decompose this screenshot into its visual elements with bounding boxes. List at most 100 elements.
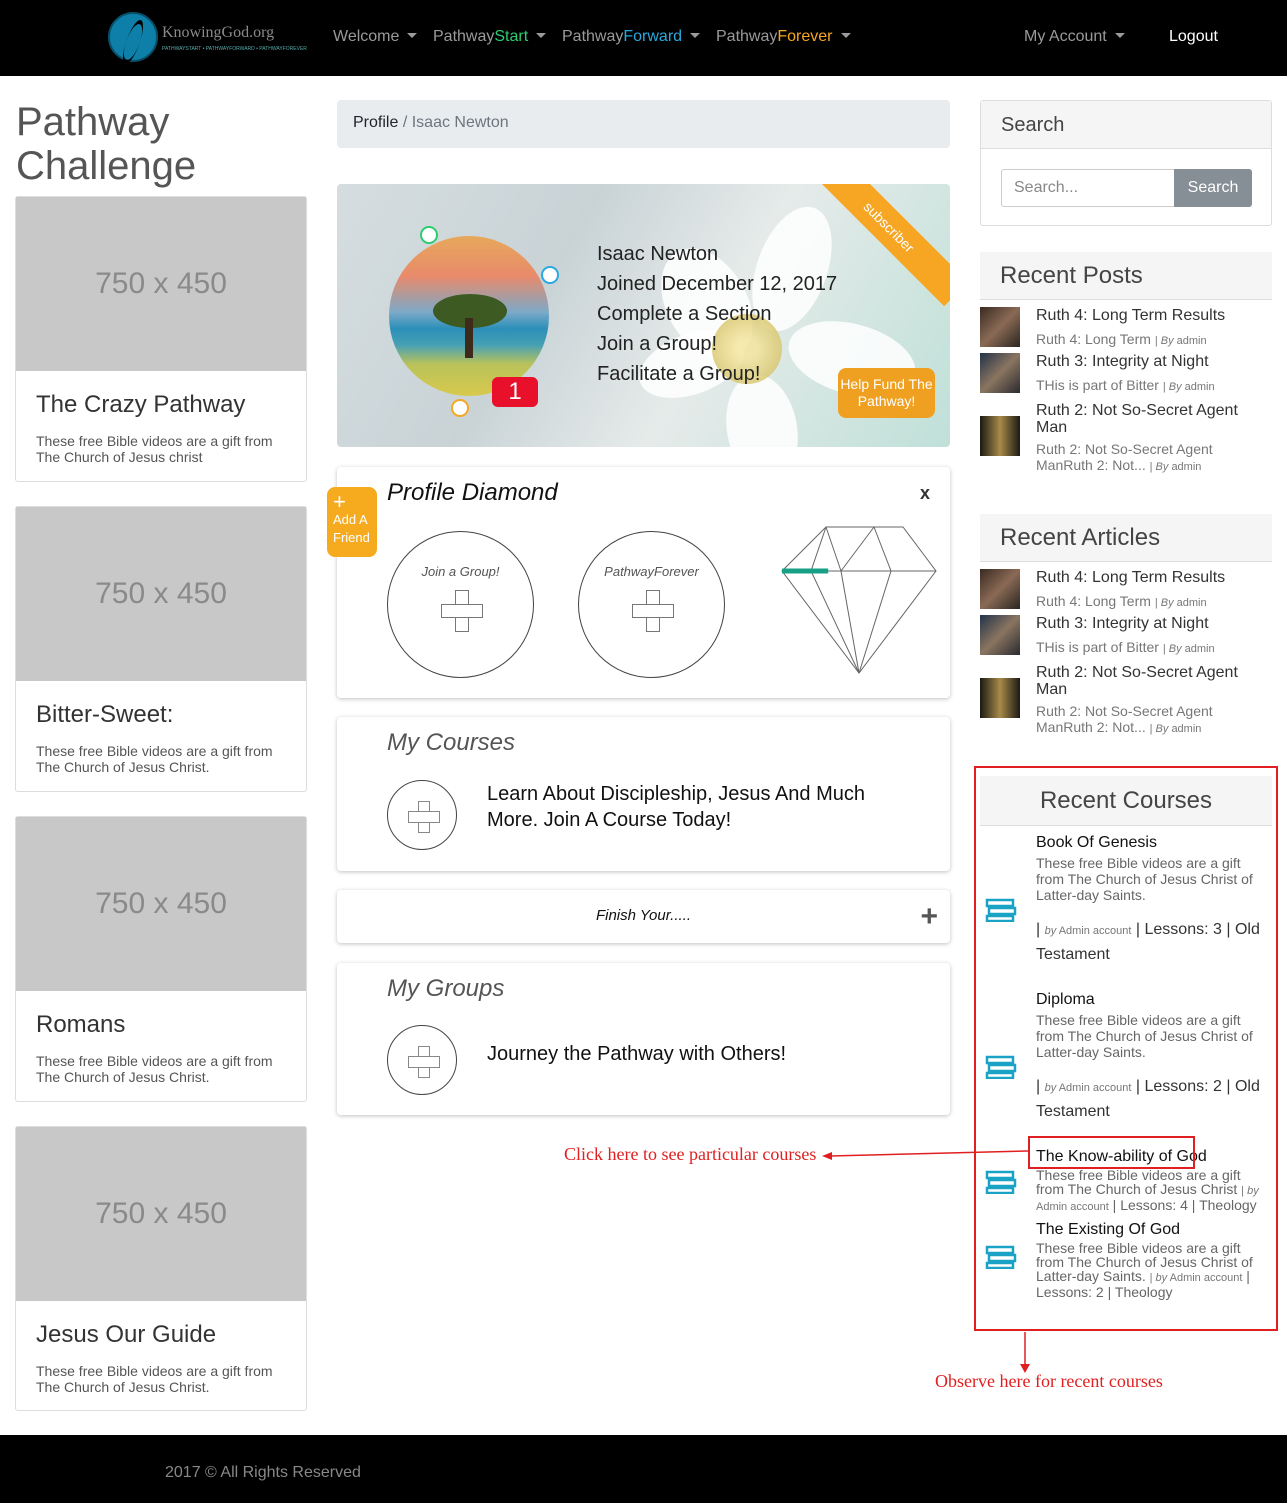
profile-joined: Joined December 12, 2017 [597, 273, 838, 295]
post-excerpt: Ruth 4: Long Term | By admin [1036, 331, 1207, 347]
nav-welcome-label: Welcome [333, 28, 400, 45]
notification-badge[interactable]: 1 [492, 377, 538, 407]
pathway-forever-icon [451, 399, 469, 417]
nav-label-suffix: Start [494, 28, 529, 45]
page-title: Pathway Challenge [16, 100, 197, 188]
list-item[interactable]: Ruth 3: Integrity at Night THis is part … [980, 353, 1272, 393]
profile-join-group[interactable]: Join a Group! [597, 329, 837, 359]
profile-facilitate-group[interactable]: Facilitate a Group! [597, 359, 837, 389]
pathway-forward-icon [541, 266, 559, 284]
search-button[interactable]: Search [1174, 169, 1252, 207]
panel-title: My Groups [387, 975, 505, 1002]
caret-down-icon [840, 33, 851, 38]
nav-label-prefix: Pathway [433, 28, 495, 45]
finish-text: Finish Your..... [595, 907, 692, 924]
add-group-button[interactable] [387, 1025, 457, 1095]
card-description: These free Bible videos are a gift from … [36, 1363, 273, 1395]
breadcrumb-current: Isaac Newton [411, 114, 509, 131]
article-thumbnail [980, 569, 1020, 609]
diamond-icon [781, 526, 937, 674]
list-item[interactable]: Ruth 4: Long Term Results Ruth 4: Long T… [980, 569, 1272, 609]
add-friend-button[interactable]: + Add A Friend [327, 487, 377, 557]
pathway-card[interactable]: 750 x 450 Romans These free Bible videos… [15, 816, 307, 1102]
article-excerpt: THis is part of Bitter | By admin [1036, 639, 1215, 655]
add-course-button[interactable] [387, 780, 457, 850]
plus-icon: + [333, 489, 346, 514]
list-item[interactable]: Ruth 2: Not So-Secret Agent Man Ruth 2: … [980, 664, 1272, 735]
article-thumbnail [980, 678, 1020, 718]
logo-icon [108, 12, 158, 62]
article-title[interactable]: Ruth 2: Not So-Secret Agent Man [1036, 664, 1266, 698]
panel-title: My Courses [387, 729, 516, 756]
caret-down-icon [1114, 33, 1125, 38]
pathway-start-icon [420, 226, 438, 244]
nav-pathway-forward[interactable]: PathwayForward [562, 28, 701, 46]
plus-icon [631, 590, 674, 632]
post-title[interactable]: Ruth 2: Not So-Secret Agent Man [1036, 402, 1266, 436]
breadcrumb-profile-link[interactable]: Profile [353, 114, 398, 131]
list-item[interactable]: Ruth 2: Not So-Secret Agent Man Ruth 2: … [980, 402, 1272, 473]
my-courses-panel: My Courses Learn About Discipleship, Jes… [337, 717, 950, 871]
caret-down-icon [407, 33, 418, 38]
nav-label-prefix: Pathway [716, 28, 778, 45]
my-groups-text: Journey the Pathway with Others! [487, 1043, 787, 1065]
profile-name: Isaac Newton [597, 243, 719, 265]
nav-logout[interactable]: Logout [1169, 28, 1218, 46]
annotation-arrow-down-icon [1020, 1332, 1030, 1373]
plus-icon [408, 801, 440, 833]
article-excerpt: Ruth 4: Long Term | By admin [1036, 593, 1207, 609]
card-title[interactable]: The Crazy Pathway [16, 371, 306, 419]
image-placeholder: 750 x 450 [16, 817, 306, 991]
nav-label-prefix: Pathway [562, 28, 624, 45]
pathway-card[interactable]: 750 x 450 Jesus Our Guide These free Bib… [15, 1126, 307, 1411]
profile-avatar[interactable] [389, 236, 549, 396]
post-title[interactable]: Ruth 3: Integrity at Night [1036, 353, 1266, 370]
pathway-card[interactable]: 750 x 450 Bitter-Sweet: These free Bible… [15, 506, 307, 792]
pathway-card[interactable]: 750 x 450 The Crazy Pathway These free B… [15, 196, 307, 482]
search-input[interactable] [1001, 169, 1175, 207]
nav-welcome[interactable]: Welcome [333, 28, 418, 46]
card-description: These free Bible videos are a gift from … [36, 1053, 273, 1085]
footer-copyright: 2017 © All Rights Reserved [165, 1464, 361, 1481]
close-button[interactable]: x [920, 483, 930, 504]
article-title[interactable]: Ruth 4: Long Term Results [1036, 569, 1266, 586]
caret-down-icon [690, 33, 701, 38]
card-description: These free Bible videos are a gift from … [36, 743, 273, 775]
nav-pathway-start[interactable]: PathwayStart [433, 28, 547, 46]
card-title[interactable]: Jesus Our Guide [16, 1301, 306, 1349]
card-title[interactable]: Romans [16, 991, 306, 1039]
recent-articles-title: Recent Articles [980, 514, 1272, 562]
plus-icon [440, 590, 483, 632]
panel-title: Profile Diamond [387, 479, 558, 506]
search-widget: Search Search [980, 100, 1272, 226]
post-title[interactable]: Ruth 4: Long Term Results [1036, 307, 1266, 324]
top-navbar: KnowingGod.org PATHWAYSTART • PATHWAYFOR… [0, 0, 1287, 76]
card-description: These free Bible videos are a gift from … [36, 433, 273, 465]
help-fund-button[interactable]: Help Fund The Pathway! [838, 368, 935, 418]
nav-account-label: My Account [1024, 28, 1107, 45]
annotation-click-here: Click here to see particular courses [564, 1144, 817, 1164]
site-logo[interactable]: KnowingGod.org PATHWAYSTART • PATHWAYFOR… [108, 12, 307, 64]
breadcrumb: Profile / Isaac Newton [337, 100, 950, 148]
finish-your-panel[interactable]: Finish Your..... + [337, 890, 950, 943]
card-title[interactable]: Bitter-Sweet: [16, 681, 306, 729]
nav-my-account[interactable]: My Account [1024, 28, 1125, 46]
nav-pathway-forever[interactable]: PathwayForever [716, 28, 851, 46]
footer: 2017 © All Rights Reserved [0, 1435, 1287, 1503]
circle-label: PathwayForever [604, 564, 699, 579]
profile-complete-section[interactable]: Complete a Section [597, 299, 837, 329]
list-item[interactable]: Ruth 4: Long Term Results Ruth 4: Long T… [980, 307, 1272, 347]
post-thumbnail [980, 416, 1020, 456]
image-placeholder: 750 x 450 [16, 197, 306, 371]
list-item[interactable]: Ruth 3: Integrity at Night THis is part … [980, 615, 1272, 655]
widget-title: Search [981, 101, 1271, 149]
breadcrumb-separator: / [402, 114, 408, 131]
article-title[interactable]: Ruth 3: Integrity at Night [1036, 615, 1266, 632]
annotation-observe-here: Observe here for recent courses [935, 1371, 1163, 1391]
profile-banner: 1 Isaac Newton Joined December 12, 2017 … [337, 184, 950, 447]
pathway-forever-circle[interactable]: PathwayForever [578, 531, 725, 678]
logo-subtext: PATHWAYSTART • PATHWAYFORWARD • PATHWAYF… [162, 46, 307, 52]
join-group-circle[interactable]: Join a Group! [387, 531, 534, 678]
circle-label: Join a Group! [421, 564, 500, 579]
expand-plus-icon[interactable]: + [920, 900, 938, 934]
